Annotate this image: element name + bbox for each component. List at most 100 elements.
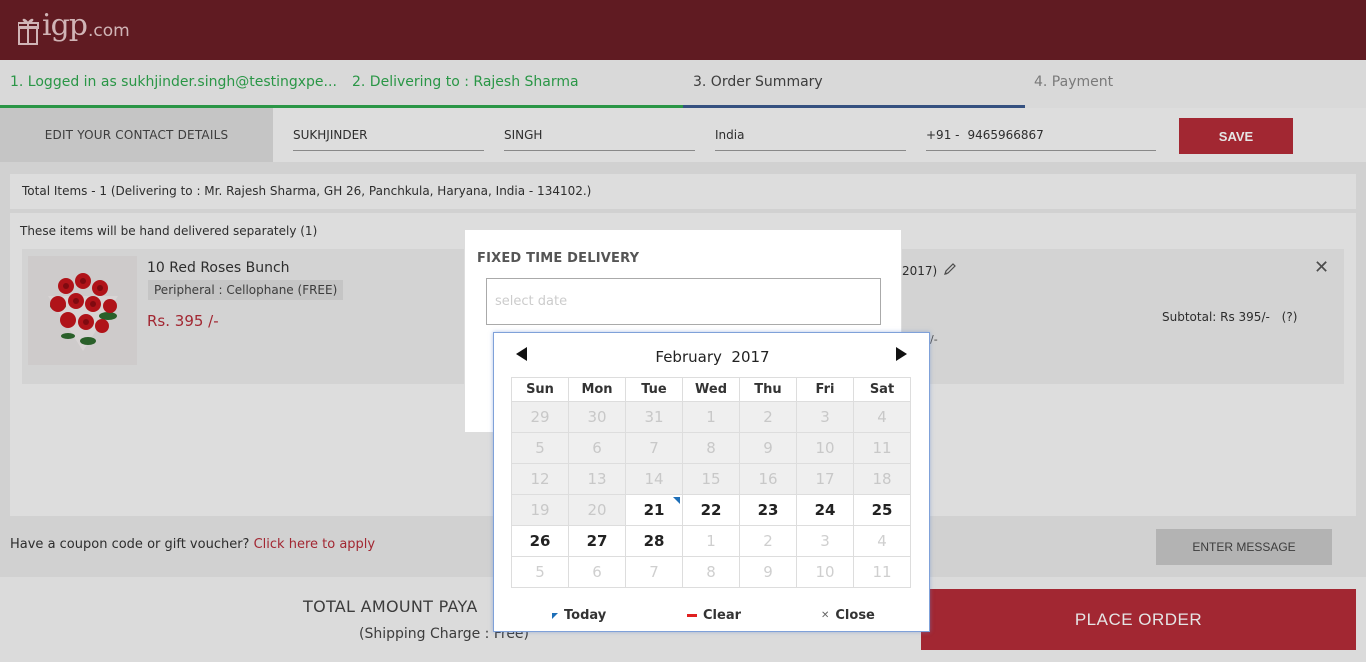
- calendar-day: 7: [625, 432, 683, 464]
- calendar-day: 17: [796, 463, 854, 495]
- weekday-sat: Sat: [853, 377, 911, 402]
- calendar-day[interactable]: 6: [568, 556, 626, 588]
- weekday-tue: Tue: [625, 377, 683, 402]
- enter-message-button[interactable]: ENTER MESSAGE: [1156, 529, 1332, 565]
- calendar-month-year: February 2017: [494, 348, 931, 366]
- today-button[interactable]: Today: [552, 608, 606, 623]
- hand-delivered-heading: These items will be hand delivered separ…: [20, 224, 318, 238]
- calendar-day: 12: [511, 463, 569, 495]
- delivery-date-text: 2017): [902, 262, 957, 279]
- calendar-year: 2017: [731, 348, 770, 366]
- contact-details-row: EDIT YOUR CONTACT DETAILS SUKHJINDER SIN…: [0, 108, 1366, 162]
- calendar-day[interactable]: 5: [511, 556, 569, 588]
- calendar-day: 29: [511, 401, 569, 433]
- calendar-day[interactable]: 25: [853, 494, 911, 526]
- close-x-icon: ✕: [821, 610, 830, 621]
- next-month-arrow-icon[interactable]: [896, 347, 907, 361]
- igp-logo[interactable]: igp .com: [17, 8, 130, 45]
- brand-tld: .com: [88, 21, 130, 41]
- step-order-summary[interactable]: 3. Order Summary: [693, 74, 823, 90]
- first-name-field[interactable]: SUKHJINDER: [293, 128, 484, 151]
- calendar-day[interactable]: 11: [853, 556, 911, 588]
- product-image: [28, 256, 137, 365]
- calendar-day[interactable]: 9: [739, 556, 797, 588]
- calendar-day[interactable]: 23: [739, 494, 797, 526]
- calendar-day: 15: [682, 463, 740, 495]
- calendar-day[interactable]: 26: [511, 525, 569, 557]
- calendar-day[interactable]: 1: [682, 525, 740, 557]
- product-name: 10 Red Roses Bunch: [147, 260, 290, 276]
- phone-number: 9465966867: [967, 128, 1044, 142]
- delivery-date-partial: 2017): [902, 263, 938, 278]
- total-items-summary: Total Items - 1 (Delivering to : Mr. Raj…: [10, 174, 1356, 209]
- calendar-day: 3: [796, 401, 854, 433]
- calendar-day: 14: [625, 463, 683, 495]
- coupon-prompt: Have a coupon code or gift voucher? Clic…: [10, 537, 375, 552]
- calendar-day: 11: [853, 432, 911, 464]
- weekday-fri: Fri: [796, 377, 854, 402]
- product-price: Rs. 395 /-: [147, 312, 219, 330]
- subtotal-text: Subtotal: Rs 395/-: [1162, 310, 1270, 324]
- item-subtotal: Subtotal: Rs 395/- (?): [1162, 310, 1297, 324]
- calendar-day[interactable]: 3: [796, 525, 854, 557]
- clear-button[interactable]: Clear: [687, 608, 741, 623]
- step-login[interactable]: 1. Logged in as sukhjinder.singh@testing…: [10, 74, 337, 90]
- save-button[interactable]: SAVE: [1179, 118, 1293, 154]
- phone-field[interactable]: +91 - 9465966867: [926, 128, 1156, 151]
- checkout-steps: 1. Logged in as sukhjinder.singh@testing…: [0, 60, 1366, 108]
- calendar-day: 5: [511, 432, 569, 464]
- total-amount-label: TOTAL AMOUNT PAYA: [303, 597, 478, 616]
- calendar-day: 13: [568, 463, 626, 495]
- step-payment: 4. Payment: [1034, 74, 1114, 90]
- modal-title: FIXED TIME DELIVERY: [477, 251, 640, 266]
- country-field[interactable]: India: [715, 128, 906, 151]
- step-delivery[interactable]: 2. Delivering to : Rajesh Sharma: [352, 74, 579, 90]
- clear-label: Clear: [703, 608, 741, 623]
- last-name-field[interactable]: SINGH: [504, 128, 695, 151]
- calendar-day[interactable]: 28: [625, 525, 683, 557]
- close-button[interactable]: ✕ Close: [821, 608, 875, 623]
- apply-coupon-link[interactable]: Click here to apply: [254, 537, 376, 552]
- calendar-month: February: [655, 348, 722, 366]
- calendar-day[interactable]: 8: [682, 556, 740, 588]
- calendar-day: 1: [682, 401, 740, 433]
- calendar-day: 9: [739, 432, 797, 464]
- weekday-sun: Sun: [511, 377, 569, 402]
- calendar-day: 8: [682, 432, 740, 464]
- site-header: igp .com: [0, 0, 1366, 60]
- calendar-day: 10: [796, 432, 854, 464]
- calendar-day: 31: [625, 401, 683, 433]
- remove-item-close-icon[interactable]: ✕: [1314, 257, 1329, 278]
- calendar-day-today[interactable]: 21: [625, 494, 683, 526]
- calendar-day: 30: [568, 401, 626, 433]
- subtotal-help-link[interactable]: (?): [1282, 310, 1298, 324]
- place-order-button[interactable]: PLACE ORDER: [921, 589, 1356, 650]
- clear-dash-icon: [687, 614, 697, 617]
- calendar-day[interactable]: 7: [625, 556, 683, 588]
- weekday-wed: Wed: [682, 377, 740, 402]
- calendar-day[interactable]: 27: [568, 525, 626, 557]
- calendar-day[interactable]: 10: [796, 556, 854, 588]
- brand-name: igp: [42, 8, 88, 43]
- date-picker: February 2017 Sun Mon Tue Wed Thu Fri Sa…: [493, 332, 930, 632]
- calendar-day: 18: [853, 463, 911, 495]
- calendar-day: 16: [739, 463, 797, 495]
- today-label: Today: [564, 608, 607, 623]
- edit-contact-label[interactable]: EDIT YOUR CONTACT DETAILS: [0, 108, 273, 162]
- calendar-day: 20: [568, 494, 626, 526]
- calendar-day[interactable]: 2: [739, 525, 797, 557]
- calendar-day: 19: [511, 494, 569, 526]
- edit-pencil-icon[interactable]: [943, 262, 957, 279]
- product-peripheral-tag: Peripheral : Cellophane (FREE): [148, 280, 344, 300]
- weekday-mon: Mon: [568, 377, 626, 402]
- item-price-fragment: /-: [930, 333, 938, 346]
- gift-box-icon: [17, 16, 40, 45]
- calendar-day[interactable]: 22: [682, 494, 740, 526]
- calendar-grid: Sun Mon Tue Wed Thu Fri Sat 29 30 31 1 2…: [511, 377, 911, 588]
- coupon-text: Have a coupon code or gift voucher?: [10, 537, 250, 552]
- select-date-input[interactable]: select date: [486, 278, 881, 325]
- close-label: Close: [835, 608, 875, 623]
- calendar-day: 2: [739, 401, 797, 433]
- calendar-day[interactable]: 24: [796, 494, 854, 526]
- calendar-day[interactable]: 4: [853, 525, 911, 557]
